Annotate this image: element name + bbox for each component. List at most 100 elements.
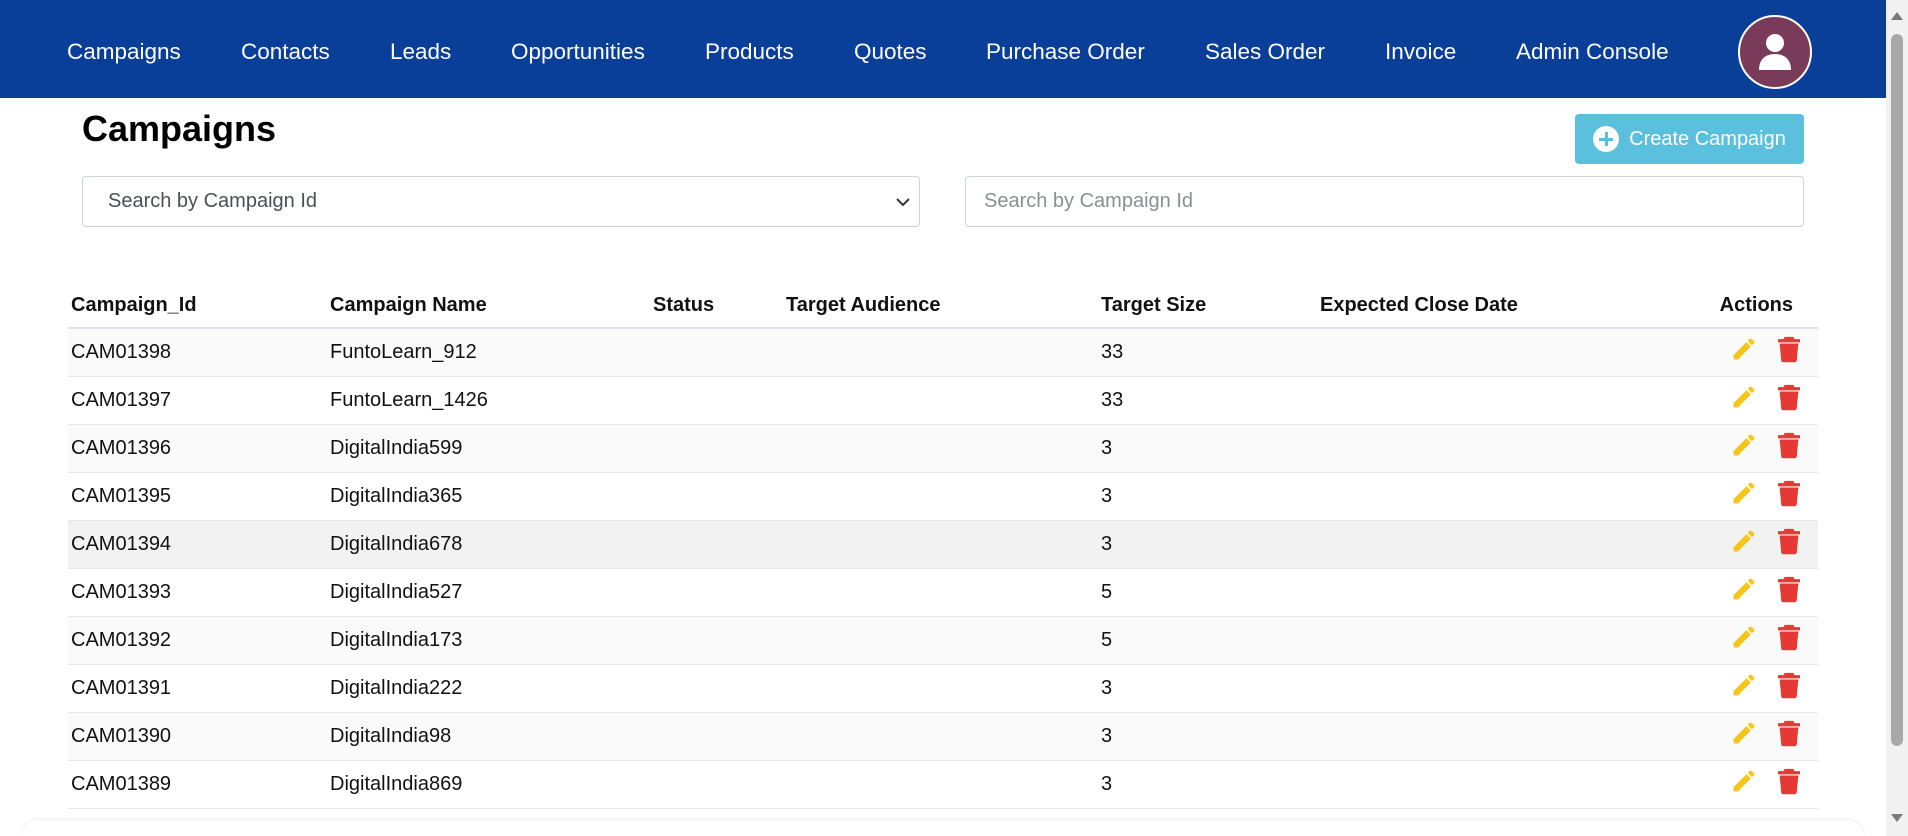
table-row[interactable]: CAM01394 DigitalIndia678 3 [68, 520, 1818, 569]
cell-expected-close-date [1317, 520, 1617, 569]
cell-target-size: 3 [1098, 712, 1317, 761]
cell-campaign-name: FuntoLearn_1426 [327, 376, 650, 425]
trash-icon[interactable] [1778, 383, 1800, 417]
cell-campaign-name: DigitalIndia869 [327, 760, 650, 809]
nav-item-opportunities[interactable]: Opportunities [511, 38, 645, 66]
nav-item-sales-order[interactable]: Sales Order [1205, 38, 1325, 66]
cell-target-audience [783, 376, 1098, 425]
cell-actions [1617, 328, 1818, 377]
table-row[interactable]: CAM01398 FuntoLearn_912 33 [68, 328, 1818, 377]
cell-target-audience [783, 520, 1098, 569]
cell-actions [1617, 616, 1818, 665]
vertical-scrollbar[interactable] [1886, 0, 1908, 836]
cell-actions [1617, 664, 1818, 713]
table-row[interactable]: CAM01390 DigitalIndia98 3 [68, 712, 1818, 761]
cell-status [650, 760, 783, 809]
search-field-select[interactable]: Search by Campaign Id [82, 176, 920, 227]
cell-target-audience [783, 712, 1098, 761]
nav-item-admin-console[interactable]: Admin Console [1516, 38, 1669, 66]
cell-target-audience [783, 424, 1098, 473]
trash-icon[interactable] [1778, 527, 1800, 561]
nav-item-campaigns[interactable]: Campaigns [67, 38, 181, 66]
pencil-icon[interactable] [1730, 671, 1758, 705]
cell-campaign-name: DigitalIndia365 [327, 472, 650, 521]
cell-actions [1617, 760, 1818, 809]
cell-status [650, 328, 783, 377]
cell-campaign-name: DigitalIndia678 [327, 520, 650, 569]
header-target-size[interactable]: Target Size [1098, 284, 1317, 329]
cell-target-audience [783, 568, 1098, 617]
trash-icon[interactable] [1778, 719, 1800, 753]
trash-icon[interactable] [1778, 575, 1800, 609]
cell-campaign-id: CAM01392 [68, 616, 327, 665]
cell-campaign-name: DigitalIndia173 [327, 616, 650, 665]
pencil-icon[interactable] [1730, 767, 1758, 801]
pencil-icon[interactable] [1730, 431, 1758, 465]
table-row[interactable]: CAM01391 DigitalIndia222 3 [68, 664, 1818, 713]
pencil-icon[interactable] [1730, 479, 1758, 513]
pencil-icon[interactable] [1730, 335, 1758, 369]
cell-status [650, 424, 783, 473]
nav-item-invoice[interactable]: Invoice [1385, 38, 1456, 66]
pencil-icon[interactable] [1730, 719, 1758, 753]
cell-target-size: 3 [1098, 760, 1317, 809]
table-row[interactable]: CAM01395 DigitalIndia365 3 [68, 472, 1818, 521]
cell-target-size: 3 [1098, 472, 1317, 521]
cell-target-size: 3 [1098, 520, 1317, 569]
trash-icon[interactable] [1778, 431, 1800, 465]
cell-target-size: 3 [1098, 424, 1317, 473]
scroll-thumb[interactable] [1891, 34, 1903, 746]
pencil-icon[interactable] [1730, 383, 1758, 417]
cell-actions [1617, 376, 1818, 425]
cell-target-audience [783, 616, 1098, 665]
cell-campaign-id: CAM01389 [68, 760, 327, 809]
cell-campaign-id: CAM01396 [68, 424, 327, 473]
create-campaign-button[interactable]: Create Campaign [1575, 114, 1804, 164]
search-input[interactable] [965, 176, 1804, 227]
cell-campaign-name: DigitalIndia527 [327, 568, 650, 617]
pencil-icon[interactable] [1730, 623, 1758, 657]
top-navbar: Campaigns Contacts Leads Opportunities P… [0, 0, 1886, 98]
nav-item-purchase-order[interactable]: Purchase Order [986, 38, 1145, 66]
trash-icon[interactable] [1778, 671, 1800, 705]
nav-item-products[interactable]: Products [705, 38, 794, 66]
table-row[interactable]: CAM01393 DigitalIndia527 5 [68, 568, 1818, 617]
cell-actions [1617, 568, 1818, 617]
table-row[interactable]: CAM01396 DigitalIndia599 3 [68, 424, 1818, 473]
cell-expected-close-date [1317, 568, 1617, 617]
trash-icon[interactable] [1778, 479, 1800, 513]
trash-icon[interactable] [1778, 335, 1800, 369]
pencil-icon[interactable] [1730, 575, 1758, 609]
cell-status [650, 712, 783, 761]
header-target-audience[interactable]: Target Audience [783, 284, 1098, 329]
header-status[interactable]: Status [650, 284, 783, 329]
cell-expected-close-date [1317, 616, 1617, 665]
chevron-down-icon [896, 198, 910, 207]
nav-item-contacts[interactable]: Contacts [241, 38, 330, 66]
cell-expected-close-date [1317, 472, 1617, 521]
table-row[interactable]: CAM01397 FuntoLearn_1426 33 [68, 376, 1818, 425]
scroll-up-arrow[interactable] [1891, 12, 1903, 20]
nav-item-quotes[interactable]: Quotes [854, 38, 927, 66]
header-campaign-id[interactable]: Campaign_Id [68, 284, 327, 329]
trash-icon[interactable] [1778, 623, 1800, 657]
header-expected-close-date[interactable]: Expected Close Date [1317, 284, 1617, 329]
pencil-icon[interactable] [1730, 527, 1758, 561]
cell-status [650, 472, 783, 521]
cell-target-size: 33 [1098, 376, 1317, 425]
cell-campaign-id: CAM01394 [68, 520, 327, 569]
table-row[interactable]: CAM01389 DigitalIndia869 3 [68, 760, 1818, 809]
table-row[interactable]: CAM01392 DigitalIndia173 5 [68, 616, 1818, 665]
cell-status [650, 616, 783, 665]
plus-circle-icon [1593, 126, 1620, 152]
scroll-down-arrow[interactable] [1891, 814, 1903, 822]
header-campaign-name[interactable]: Campaign Name [327, 284, 650, 329]
cell-campaign-name: DigitalIndia599 [327, 424, 650, 473]
cell-target-size: 5 [1098, 616, 1317, 665]
trash-icon[interactable] [1778, 767, 1800, 801]
cell-actions [1617, 520, 1818, 569]
cell-expected-close-date [1317, 376, 1617, 425]
nav-item-leads[interactable]: Leads [390, 38, 451, 66]
cell-actions [1617, 712, 1818, 761]
user-avatar-button[interactable] [1738, 15, 1812, 89]
